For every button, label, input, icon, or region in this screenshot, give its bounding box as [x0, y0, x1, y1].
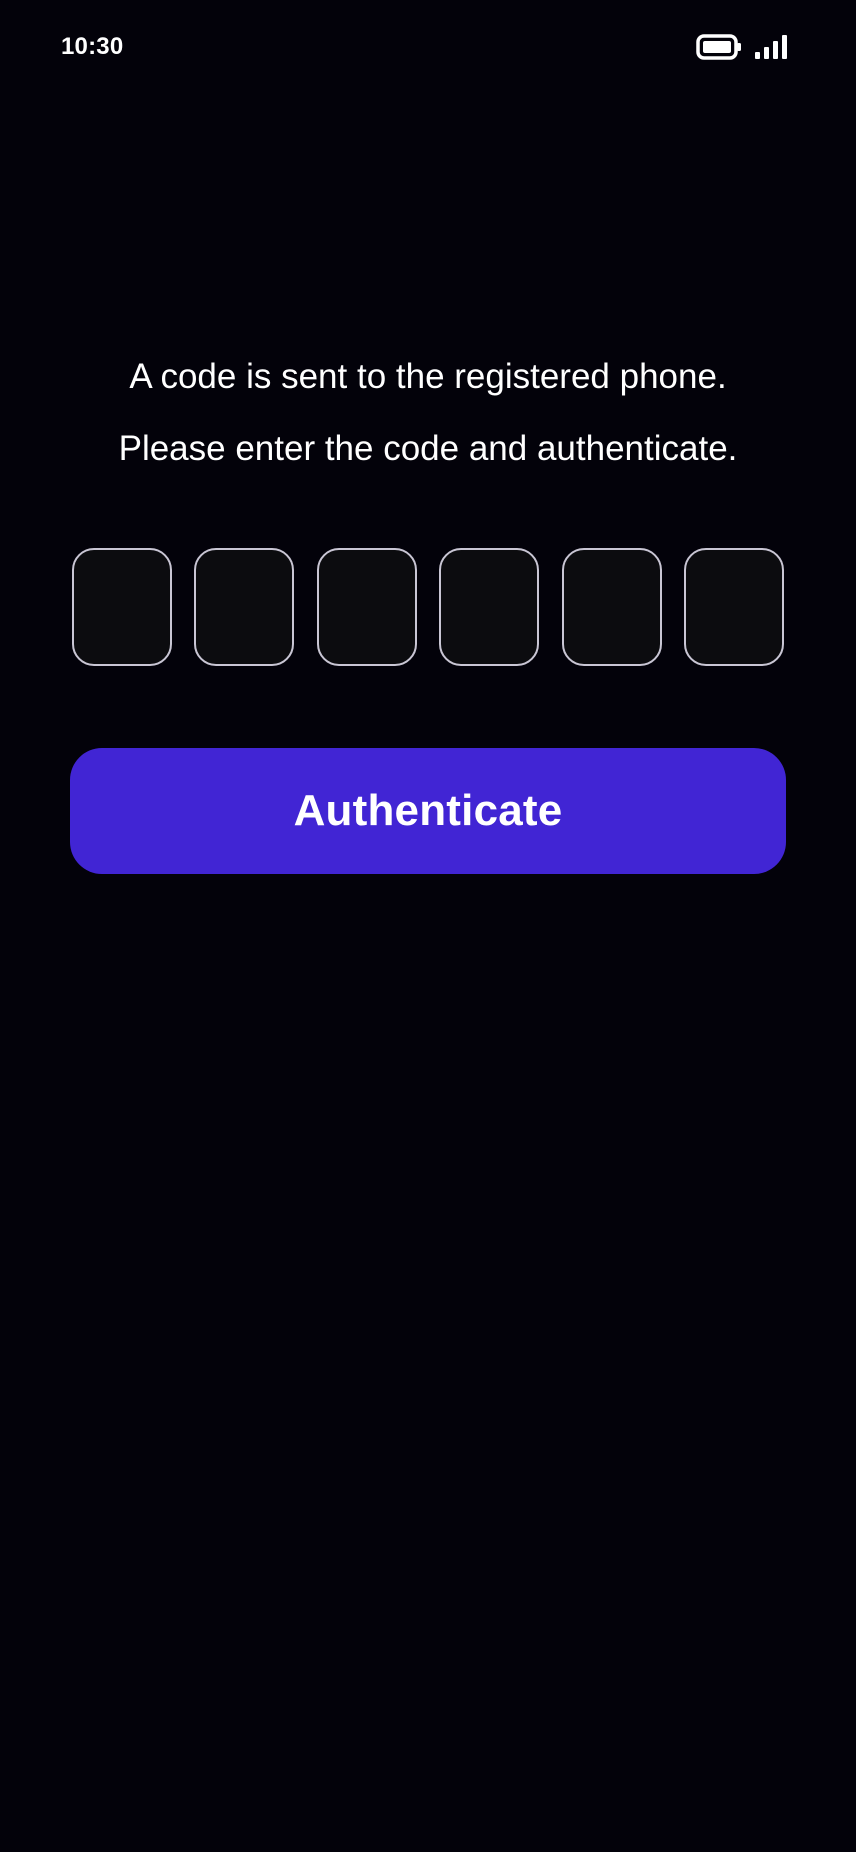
code-digit-5[interactable] [561, 548, 662, 666]
authenticate-button[interactable]: Authenticate [70, 748, 786, 874]
instruction-line-2: Please enter the code and authenticate. [118, 429, 738, 468]
status-bar: 10:30 [0, 0, 856, 96]
signal-icon [755, 35, 787, 59]
code-input-row [72, 548, 784, 668]
code-digit-3[interactable] [316, 548, 417, 666]
instruction-line-1: A code is sent to the registered phone. [129, 357, 727, 396]
code-digit-2[interactable] [194, 548, 295, 666]
battery-icon [696, 34, 741, 60]
status-icons [696, 32, 790, 62]
instructions: A code is sent to the registered phone. … [0, 356, 856, 470]
authenticate-button-label: Authenticate [293, 786, 563, 835]
code-digit-1[interactable] [72, 548, 172, 666]
code-digit-4[interactable] [439, 548, 540, 666]
status-time: 10:30 [61, 33, 124, 60]
code-digit-6[interactable] [683, 548, 784, 666]
